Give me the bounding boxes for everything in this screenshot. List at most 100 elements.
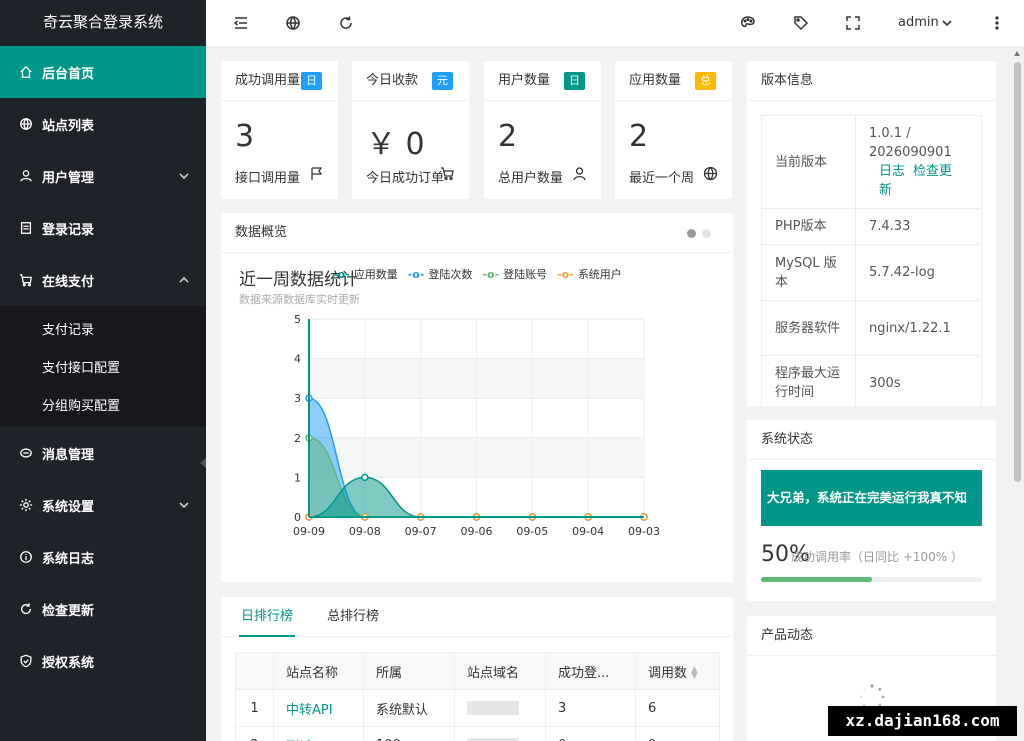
chevron-down-icon [178,170,190,182]
legend-item[interactable]: -o- 应用数量 [333,266,398,282]
version-table: 当前版本 1.0.1 / 2026090901 日志 检查更新 PHP版本 7.4… [761,115,982,411]
globe-icon [703,166,718,181]
sidebar-item-login-records[interactable]: 登录记录 [0,202,206,254]
ranking-tabs: 日排行榜 总排行榜 [221,597,733,637]
version-value: 1.0.1 / 2026090901 [869,126,952,160]
version-value: nginx/1.22.1 [855,300,982,356]
tab-daily-rank[interactable]: 日排行榜 [239,597,295,637]
shield-icon [18,653,34,669]
sidebar-item-label: 消息管理 [42,447,95,463]
chevron-down-icon [939,17,953,29]
stat-sub-label: 最近一个周 [629,171,695,186]
status-banner: 大兄弟，系统正在完美运行我真不知 [761,470,982,526]
success-cell: 3 [545,689,636,727]
version-value: 7.4.33 [855,208,982,245]
table-header-cell[interactable]: 站点名称 [273,652,364,690]
x-tick-label: 09-04 [572,525,604,538]
table-header-cell[interactable]: 调用数 ▲ ▼ [635,652,720,690]
sidebar-item-label: 站点列表 [42,118,95,134]
calls-cell: 6 [635,689,720,727]
header-label: 调用数 [648,665,688,681]
site-name-link[interactable]: 测试0 [273,726,364,741]
sidebar-item-label: 登录记录 [42,222,95,238]
sidebar-item-messages[interactable]: 消息管理 [0,427,206,479]
table-header-rank [235,652,274,690]
version-key: 程序最大运行时间 [761,355,856,411]
gear-icon [18,497,34,513]
legend-item[interactable]: -o- 系统用户 [557,266,622,282]
stat-badge: 日 [564,72,585,90]
chevron-down-icon [178,499,190,511]
sidebar-subitem-pay-config[interactable]: 支付接口配置 [0,348,206,386]
page-scrollbar[interactable] [1011,48,1024,741]
log-link[interactable]: 日志 [879,164,905,179]
x-tick-label: 09-09 [293,525,325,538]
legend-label: 登陆次数 [428,268,473,281]
sort-icon[interactable]: ▲ ▼ [691,666,698,681]
x-tick-label: 09-07 [405,525,437,538]
sidebar-item-home[interactable]: 后台首页 [0,46,206,98]
chart-legend: -o- 应用数量 -o- 登陆次数 -o- 登陆账号 -o- 系统用户 [333,266,622,282]
stat-card-today-income: 今日收款 元 ￥ 0 今日成功订单 [352,61,469,199]
x-tick-label: 09-08 [349,525,381,538]
version-value-cell: 1.0.1 / 2026090901 日志 检查更新 [855,115,982,209]
scrollbar-thumb[interactable] [1014,62,1021,482]
table-row: 程序最大运行时间 300s [761,355,982,411]
version-key: 当前版本 [761,115,856,209]
stat-value: ￥ 0 [366,127,425,162]
legend-item[interactable]: -o- 登陆账号 [482,266,547,282]
globe-icon[interactable] [284,14,302,32]
sidebar-item-license[interactable]: 授权系统 [0,635,206,687]
sidebar-item-sites[interactable]: 站点列表 [0,98,206,150]
group-cell: 系统默认 [363,689,455,727]
stat-card-success-calls: 成功调用量 日 3 接口调用量 [221,61,338,199]
menu-fold-icon[interactable] [232,14,250,32]
more-vertical-icon[interactable] [988,14,1006,32]
table-header-cell[interactable]: 所属 [363,652,455,690]
sidebar-item-system-log[interactable]: 系统日志 [0,531,206,583]
user-menu[interactable]: admin [898,15,953,30]
stat-value: 2 [498,119,518,154]
refresh-icon[interactable] [337,14,355,32]
table-header-cell[interactable]: 成功登... [545,652,636,690]
site-name-link[interactable]: 中转API [273,689,364,727]
legend-item[interactable]: -o- 登陆次数 [408,266,473,282]
fullscreen-icon[interactable] [844,14,862,32]
ranking-table: 站点名称 所属 站点域名 成功登... 调用数 ▲ ▼ 1 中转API 系统默认 3… [235,652,720,741]
sidebar-subitem-pay-records[interactable]: 支付记录 [0,310,206,348]
system-status-title: 系统状态 [747,420,996,460]
document-icon [18,220,34,236]
version-key: 服务器软件 [761,300,856,356]
ranking-card: 日排行榜 总排行榜 站点名称 所属 站点域名 成功登... 调用数 ▲ ▼ 1 中转… [221,597,733,741]
sidebar-item-settings[interactable]: 系统设置 [0,479,206,531]
table-header-cell[interactable]: 站点域名 [454,652,546,690]
progress-fill [761,577,872,582]
version-title: 版本信息 [747,61,996,101]
chart-subtitle: 数据来源数据库实时更新 [239,293,360,306]
version-value: 300s [855,355,982,411]
palette-icon[interactable] [739,14,757,32]
sidebar-collapse-handle[interactable] [200,458,206,468]
scroll-up-arrow[interactable] [1014,51,1020,56]
x-tick-label: 09-06 [461,525,493,538]
tab-total-rank[interactable]: 总排行榜 [327,597,379,637]
sidebar-item-label: 检查更新 [42,603,95,619]
legend-label: 登陆账号 [503,268,548,281]
y-tick-label: 3 [294,392,301,405]
sidebar-subitem-group-purchase[interactable]: 分组购买配置 [0,385,206,423]
sidebar-item-online-pay[interactable]: 在线支付 [0,254,206,306]
flag-icon [309,166,324,181]
x-tick-label: 09-05 [516,525,548,538]
sidebar-item-check-update[interactable]: 检查更新 [0,583,206,635]
tag-icon[interactable] [792,14,810,32]
legend-label: 系统用户 [577,268,622,281]
rank-cell: 2 [235,726,274,741]
app-title: 奇云聚合登录系统 [0,0,206,46]
table-row: 1 中转API 系统默认 3 6 [235,689,720,727]
table-row: 2 测试0 100 0 0 [235,726,720,741]
globe-icon [18,116,34,132]
home-icon [18,64,34,80]
table-row: 当前版本 1.0.1 / 2026090901 日志 检查更新 [761,115,982,209]
success-rate-label: 成功调用率（日同比 +100% ） [791,550,963,564]
sidebar-item-users[interactable]: 用户管理 [0,150,206,202]
